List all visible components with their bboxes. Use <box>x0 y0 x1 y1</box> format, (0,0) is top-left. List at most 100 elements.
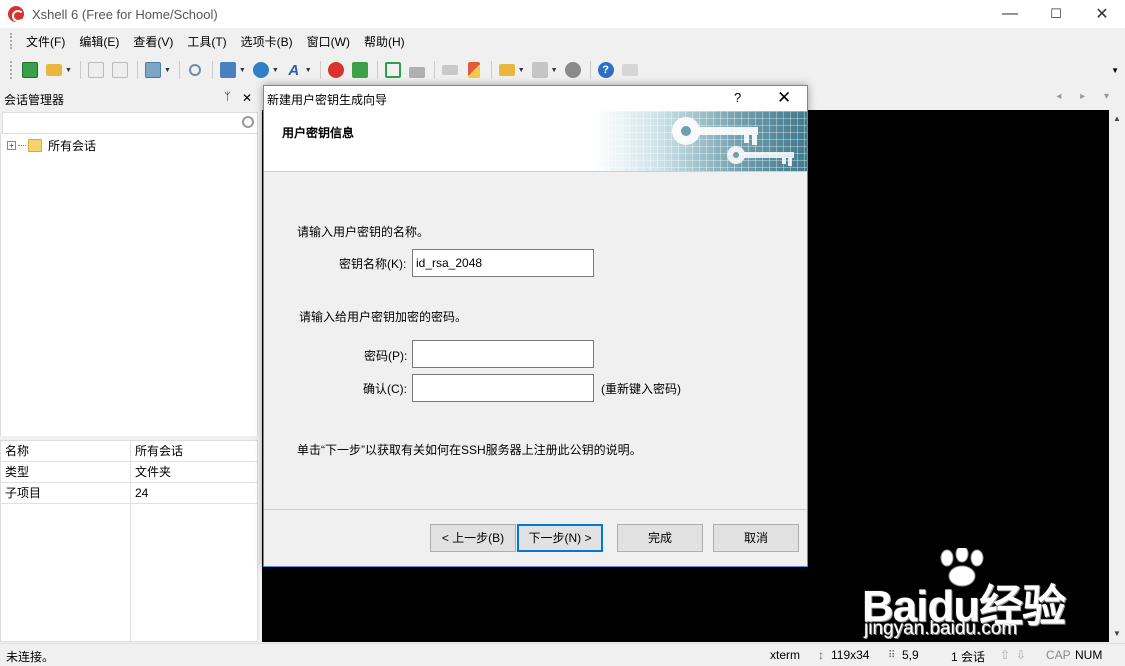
folder-dropdown-icon[interactable]: ▼ <box>518 67 525 74</box>
scroll-up-icon[interactable]: ▲ <box>1113 114 1121 123</box>
tab-navigation-icons[interactable]: ◂ ▸ ▾ <box>1056 91 1117 102</box>
globe-dropdown-icon[interactable]: ▼ <box>272 67 279 74</box>
pin-icon[interactable]: ᛘ <box>224 91 231 103</box>
upload-icon: ⇧ <box>1000 648 1011 662</box>
search-icon[interactable] <box>242 116 254 128</box>
menu-edit[interactable]: 编辑(E) <box>72 31 126 52</box>
properties-table: 名称 所有会话 类型 文件夹 子项目 24 <box>0 440 258 642</box>
key-icon <box>672 117 794 166</box>
property-key: 子项目 <box>1 483 131 503</box>
close-button[interactable]: ✕ <box>1079 0 1125 28</box>
confirm-hint: (重新键入密码) <box>601 382 681 396</box>
highlight-icon[interactable] <box>463 59 485 81</box>
properties-dropdown-icon[interactable]: ▼ <box>164 67 171 74</box>
menu-file[interactable]: 文件(F) <box>19 31 72 52</box>
menu-view[interactable]: 查看(V) <box>126 31 180 52</box>
confirm-label: 确认(C): <box>363 382 407 396</box>
menubar-grip <box>10 33 13 49</box>
new-folder-icon[interactable] <box>496 59 518 81</box>
table-row: 子项目 24 <box>1 483 257 504</box>
properties-icon[interactable] <box>142 59 164 81</box>
key-name-field[interactable]: id_rsa_2048 <box>412 249 594 277</box>
key-name-label: 密钥名称(K): <box>339 257 407 271</box>
menu-bar: 文件(F) 编辑(E) 查看(V) 工具(T) 选项卡(B) 窗口(W) 帮助(… <box>0 30 1125 52</box>
window-title: Xshell 6 (Free for Home/School) <box>32 6 218 22</box>
vertical-scrollbar[interactable]: ▲ ▼ <box>1109 110 1125 642</box>
xshell-logo-icon <box>8 6 24 22</box>
table-row: 名称 所有会话 <box>1 441 257 462</box>
layout-icon[interactable] <box>529 59 551 81</box>
chat-icon[interactable] <box>619 59 641 81</box>
back-button[interactable]: < 上一步(B) <box>430 524 516 552</box>
dialog-help-button[interactable]: ? <box>734 90 741 105</box>
password-label: 密码(P): <box>364 349 408 363</box>
scroll-down-icon[interactable]: ▼ <box>1113 629 1121 638</box>
disconnect-icon[interactable] <box>109 59 131 81</box>
lock-icon[interactable] <box>406 59 428 81</box>
tree-connector <box>18 145 26 146</box>
fullscreen-icon[interactable] <box>382 59 404 81</box>
font-icon[interactable]: A <box>283 59 305 81</box>
session-tree: + 所有会话 <box>0 134 258 436</box>
connect-icon[interactable] <box>85 59 107 81</box>
size-icon: ↕ <box>818 648 824 662</box>
window-controls: — ☐ ✕ <box>987 0 1125 28</box>
next-button[interactable]: 下一步(N) > <box>517 524 603 552</box>
toolbar-separator <box>376 61 378 79</box>
xftp-icon[interactable] <box>325 59 347 81</box>
menu-tabs[interactable]: 选项卡(B) <box>234 31 300 52</box>
open-dropdown-icon[interactable]: ▼ <box>65 67 72 74</box>
finish-button[interactable]: 完成 <box>617 524 703 552</box>
new-session-icon[interactable] <box>19 59 41 81</box>
property-value: 文件夹 <box>135 465 172 479</box>
tree-item-label: 所有会话 <box>48 139 97 153</box>
green-terminal-icon[interactable] <box>349 59 371 81</box>
toolbar-separator <box>211 61 213 79</box>
minimize-button[interactable]: — <box>987 0 1033 28</box>
tree-item-all-sessions[interactable]: + 所有会话 <box>7 137 96 154</box>
maximize-button[interactable]: ☐ <box>1033 0 1079 28</box>
wizard-step-title: 用户密钥信息 <box>282 126 355 140</box>
property-value: 所有会话 <box>135 444 184 458</box>
menu-window[interactable]: 窗口(W) <box>300 31 357 52</box>
download-icon: ⇩ <box>1016 648 1027 662</box>
watermark-site: jingyan.baidu.com <box>864 618 1018 639</box>
font-dropdown-icon[interactable]: ▼ <box>305 67 312 74</box>
toolbar-separator <box>136 61 138 79</box>
layout-dropdown-icon[interactable]: ▼ <box>551 67 558 74</box>
folder-icon <box>28 139 42 152</box>
name-prompt: 请输入用户密钥的名称。 <box>297 225 430 239</box>
wizard-body: 请输入用户密钥的名称。 密钥名称(K): id_rsa_2048 请输入给用户密… <box>264 173 807 508</box>
tree-expander-icon[interactable]: + <box>7 141 16 150</box>
toolbar-separator <box>178 61 180 79</box>
transfer-icon[interactable] <box>217 59 239 81</box>
confirm-password-field[interactable] <box>412 374 594 402</box>
toolbar-separator <box>319 61 321 79</box>
dialog-close-button[interactable]: ✕ <box>777 88 791 108</box>
property-value: 24 <box>135 486 149 500</box>
session-count: 1 会话 <box>951 650 986 664</box>
key-wizard-dialog: 新建用户密钥生成向导 ? ✕ 用户密钥信息 请输入用户密钥的名称。 密钥名称(K… <box>263 85 808 567</box>
transfer-dropdown-icon[interactable]: ▼ <box>239 67 246 74</box>
keyboard-icon[interactable] <box>439 59 461 81</box>
status-bar: 未连接。 xterm ↕ 119x34 ⠿ 5,9 1 会话 ⇧ ⇩ CAP N… <box>0 643 1125 666</box>
help-icon[interactable]: ? <box>595 59 617 81</box>
wizard-note: 单击“下一步”以获取有关如何在SSH服务器上注册此公钥的说明。 <box>297 443 642 457</box>
toolbar-separator <box>433 61 435 79</box>
settings-icon[interactable] <box>562 59 584 81</box>
baidu-watermark: Baidu经验 jingyan.baidu.com <box>862 548 1072 643</box>
password-field[interactable] <box>412 340 594 368</box>
toolbar-separator <box>589 61 591 79</box>
cancel-button[interactable]: 取消 <box>713 524 799 552</box>
globe-icon[interactable] <box>250 59 272 81</box>
toolbar-overflow-icon[interactable]: ▼ <box>1111 66 1119 75</box>
find-icon[interactable] <box>184 59 206 81</box>
dialog-title: 新建用户密钥生成向导 <box>267 93 388 107</box>
open-folder-icon[interactable] <box>43 59 65 81</box>
menu-tools[interactable]: 工具(T) <box>180 31 233 52</box>
dialog-title-bar: 新建用户密钥生成向导 ? ✕ <box>264 86 807 111</box>
connection-status: 未连接。 <box>6 650 55 664</box>
menu-help[interactable]: 帮助(H) <box>357 31 412 52</box>
session-search-input[interactable] <box>2 112 258 134</box>
panel-close-icon[interactable]: ✕ <box>242 91 252 105</box>
